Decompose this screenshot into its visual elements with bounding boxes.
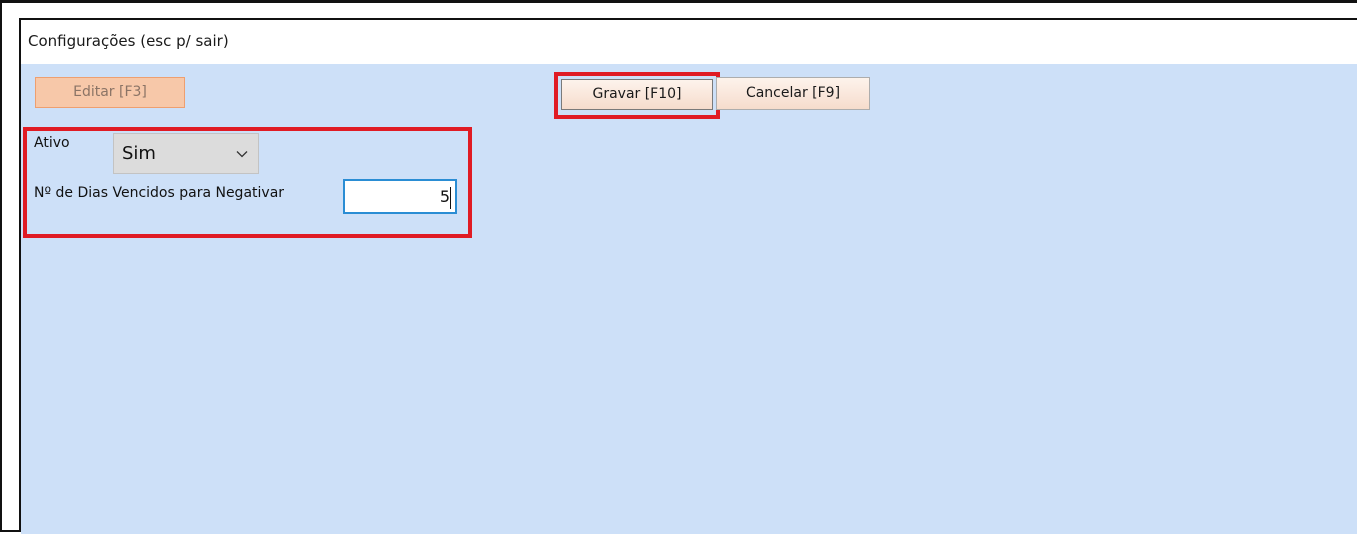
days-overdue-label: Nº de Dias Vencidos para Negativar — [34, 185, 285, 201]
active-select-value: Sim — [122, 143, 156, 164]
settings-window: Configurações (esc p/ sair) Editar [F3] … — [19, 18, 1357, 534]
save-button[interactable]: Gravar [F10] — [561, 79, 713, 110]
active-select[interactable]: Sim — [113, 133, 259, 174]
window-titlebar: Configurações (esc p/ sair) — [21, 20, 1357, 64]
text-caret — [450, 187, 451, 209]
window-title: Configurações (esc p/ sair) — [28, 32, 229, 50]
edit-button[interactable]: Editar [F3] — [35, 77, 185, 108]
settings-panel: Editar [F3] Gravar [F10] Cancelar [F9] A… — [21, 64, 1357, 534]
active-label: Ativo — [34, 135, 70, 151]
days-overdue-value: 5 — [439, 187, 450, 206]
days-overdue-input[interactable]: 5 — [343, 179, 457, 214]
cancel-button[interactable]: Cancelar [F9] — [716, 77, 870, 110]
chevron-down-icon — [236, 151, 248, 158]
